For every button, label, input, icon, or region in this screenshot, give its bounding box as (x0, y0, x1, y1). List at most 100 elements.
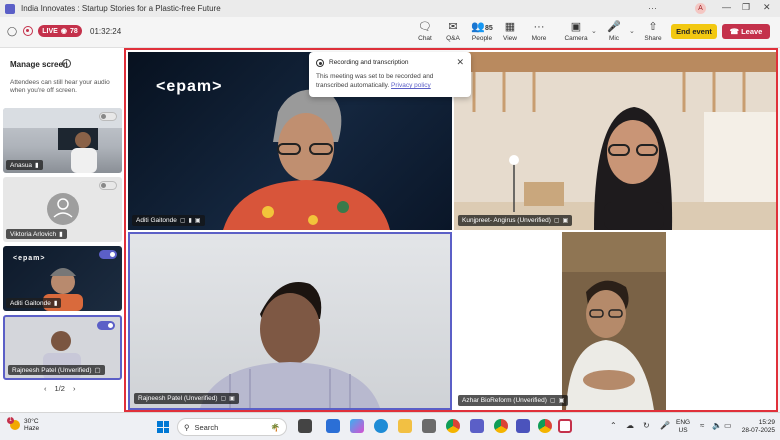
mic-dropdown-chevron-icon[interactable]: ⌄ (629, 27, 635, 35)
system-clock[interactable]: 15:29 28-07-2025 (737, 419, 775, 435)
mic-icon: ▮ (188, 218, 192, 224)
chrome-app-icon[interactable] (446, 419, 460, 433)
panel-pager: ‹ 1/2 › (44, 384, 75, 393)
battery-icon[interactable]: ▭ (724, 421, 732, 430)
info-icon[interactable]: i (62, 59, 71, 68)
participant-tile-rajneesh[interactable]: Rajneesh Patel (Unverified) ▢ (3, 315, 122, 380)
search-highlight-icon: 🌴 (270, 422, 280, 432)
volume-icon[interactable]: 🔈 (712, 421, 722, 430)
search-icon: ⚲ (184, 422, 190, 432)
people-icon: 👥 (471, 21, 485, 33)
show-on-screen-toggle[interactable] (97, 321, 115, 330)
screen-icon: ▢ (94, 367, 101, 374)
weather-temp: 30°C (24, 418, 39, 425)
notification-badge: 1 (7, 417, 14, 424)
qa-button[interactable]: ✉ Q&A (438, 21, 468, 42)
shield-icon[interactable]: ◯ (7, 26, 17, 37)
end-event-button[interactable]: End event (671, 24, 717, 39)
share-icon: ⇧ (648, 21, 658, 33)
task-view-icon[interactable] (298, 419, 312, 433)
show-on-screen-toggle[interactable] (99, 181, 117, 190)
haze-weather-icon: 1 (7, 417, 20, 430)
recording-notification: Recording and transcription ✕ This meeti… (309, 52, 471, 97)
page-indicator: 1/2 (54, 384, 65, 393)
chrome-alt-icon[interactable] (538, 419, 552, 433)
participant-video (562, 232, 666, 410)
user-avatar[interactable]: A (695, 3, 706, 14)
grid-view-icon: ▦ (504, 21, 516, 33)
screen-icon: ▢ (220, 396, 227, 402)
teams-app-icon[interactable] (470, 419, 484, 433)
meeting-toolbar: ◯ LIVE ◉ 78 01:32:24 🗨 Chat ✉ Q&A 👥85 Pe… (0, 17, 780, 48)
previous-page-icon[interactable]: ‹ (44, 384, 47, 393)
participant-video (454, 52, 776, 230)
show-on-screen-toggle[interactable] (99, 250, 117, 259)
participant-tile-viktoria[interactable]: Viktoria Arlovich ▮ (3, 177, 122, 242)
store-app-icon[interactable] (422, 419, 436, 433)
video-tile-rajneesh[interactable]: Rajneesh Patel (Unverified) ▢ ▣ (128, 232, 452, 410)
close-notification-icon[interactable]: ✕ (456, 57, 464, 68)
participant-name: Viktoria Arlovich (10, 230, 57, 238)
record-icon (316, 59, 324, 67)
participant-name: Aditi Gaitonde (10, 299, 51, 307)
language-indicator[interactable]: ENG US (676, 419, 690, 435)
teams-work-icon[interactable] (516, 419, 530, 433)
camera-button[interactable]: ▣ Camera (561, 21, 591, 42)
epam-logo: <epam> (13, 255, 46, 262)
participant-name: Rajneesh Patel (Unverified) (12, 366, 92, 374)
participant-name: Rajneesh Patel (Unverified) (138, 395, 218, 402)
microphone-tray-icon[interactable]: 🎤 (660, 421, 670, 430)
share-button[interactable]: ⇧ Share (638, 21, 668, 42)
wifi-icon[interactable]: ≈ (700, 421, 704, 430)
view-button[interactable]: ▦ View (495, 21, 525, 42)
live-label: LIVE (42, 27, 58, 35)
chat-button[interactable]: 🗨 Chat (410, 21, 440, 42)
outlook-app-icon[interactable] (326, 419, 340, 433)
viewer-count: 78 (69, 27, 78, 35)
snipping-tool-icon[interactable] (558, 419, 572, 433)
weather-widget[interactable]: 1 30°C Haze (7, 417, 40, 432)
close-window-icon[interactable]: ✕ (763, 2, 771, 13)
video-tile-azhar[interactable]: Azhar BioReform (Unverified) ▢ ▣ (454, 232, 776, 410)
copilot-app-icon[interactable] (350, 419, 364, 433)
more-options-icon[interactable]: ··· (648, 3, 657, 13)
next-page-icon[interactable]: › (73, 384, 76, 393)
sync-icon[interactable]: ↻ (643, 421, 650, 430)
participant-tile-aditi[interactable]: <epam> Aditi Gaitonde ▮ (3, 246, 122, 311)
edge-app-icon[interactable] (374, 419, 388, 433)
people-count: 85 (484, 25, 493, 32)
meeting-timer: 01:32:24 (90, 27, 122, 36)
windows-start-icon[interactable] (157, 421, 169, 433)
chrome-profile-icon[interactable] (494, 419, 508, 433)
recording-icon (23, 26, 33, 36)
share-tray-icon: ▣ (562, 218, 569, 224)
eye-icon: ◉ (60, 28, 67, 35)
weather-desc: Haze (24, 425, 40, 432)
notification-title: Recording and transcription (329, 59, 409, 66)
more-button[interactable]: ··· More (524, 21, 554, 42)
epam-logo: <epam> (156, 78, 223, 95)
taskbar-search[interactable]: ⚲ Search 🌴 (177, 418, 287, 436)
mic-muted-icon: 🎤 (607, 21, 621, 33)
privacy-policy-link[interactable]: Privacy policy (391, 82, 431, 89)
restore-icon[interactable]: ❐ (742, 2, 750, 13)
mic-icon: ▮ (59, 231, 63, 238)
ellipsis-icon: ··· (533, 21, 545, 33)
video-tile-kunjpreet[interactable]: Kunjpreet- Angirus (Unverified) ▢ ▣ (454, 52, 776, 230)
video-stage: <epam> Aditi Gaitonde ▢ ▮ ▣ Kunjpreet- Angi… (124, 48, 778, 412)
participant-video (200, 282, 380, 408)
people-button[interactable]: 👥85 People (467, 21, 497, 42)
chat-icon: 🗨 (418, 21, 432, 33)
onedrive-icon[interactable]: ☁ (626, 421, 634, 430)
phone-hangup-icon: ☎ (729, 27, 739, 36)
participant-tile-anasua[interactable]: Anasua ▮ (3, 108, 122, 173)
leave-button[interactable]: ☎ Leave (722, 24, 770, 39)
file-explorer-icon[interactable] (398, 419, 412, 433)
camera-dropdown-chevron-icon[interactable]: ⌄ (591, 27, 597, 35)
mic-button[interactable]: 🎤 Mic (599, 21, 629, 42)
show-on-screen-toggle[interactable] (99, 112, 117, 121)
panel-description: Attendees can still hear your audio when… (10, 79, 110, 94)
live-badge: LIVE ◉ 78 (38, 25, 82, 37)
minimize-icon[interactable]: — (722, 2, 731, 12)
show-hidden-icons-chevron-icon[interactable]: ⌃ (610, 421, 617, 430)
